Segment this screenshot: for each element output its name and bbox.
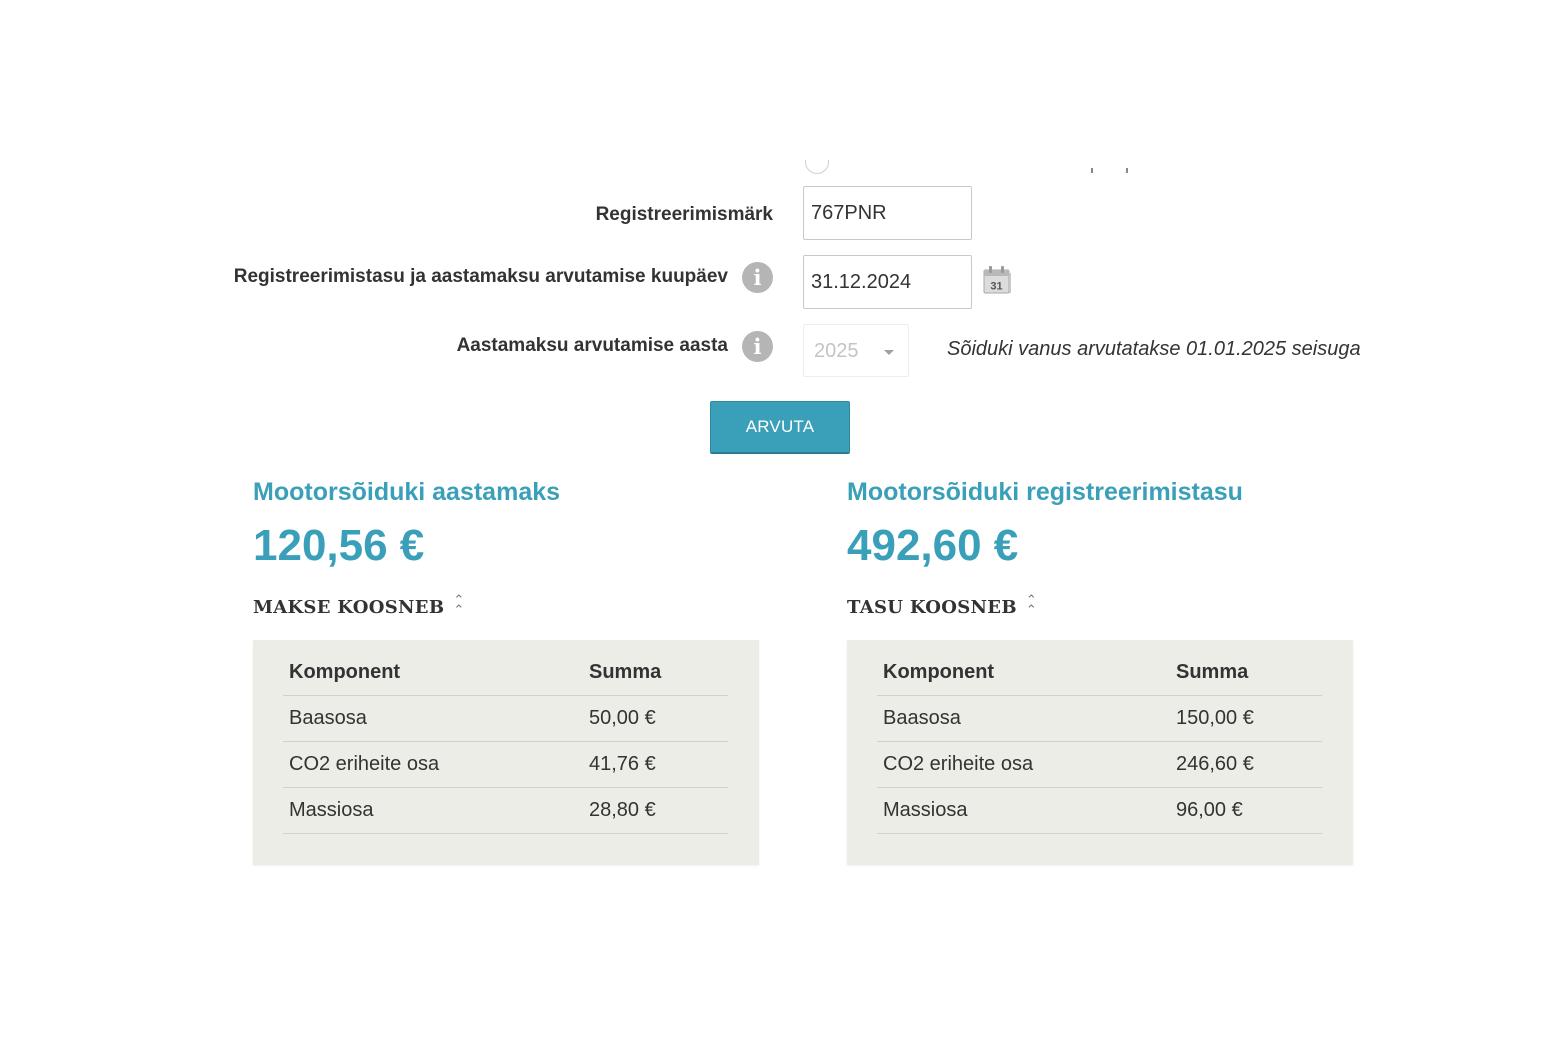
chevron-down-icon: [884, 350, 894, 355]
annual-tax-breakdown-table: Komponent Summa Baasosa 50,00 € CO2 erih…: [283, 650, 728, 834]
chevrons-up-icon: ⌃ ⌃: [1025, 591, 1037, 617]
table-header-row: Komponent Summa: [283, 650, 728, 696]
component-cell: Massiosa: [877, 787, 1170, 834]
component-cell: Baasosa: [283, 695, 583, 742]
amount-cell: 50,00 €: [583, 695, 728, 742]
column-header-component: Komponent: [877, 650, 1170, 696]
registration-fee-title: Mootorsõiduki registreerimistasu: [847, 478, 1243, 506]
calendar-icon[interactable]: 31: [982, 265, 1012, 295]
annual-tax-title: Mootorsõiduki aastamaks: [253, 478, 561, 506]
registration-fee-breakdown-panel: Komponent Summa Baasosa 150,00 € CO2 eri…: [847, 640, 1353, 865]
calculate-button[interactable]: ARVUTA: [710, 401, 850, 454]
table-row: CO2 eriheite osa 246,60 €: [877, 741, 1322, 788]
table-row: CO2 eriheite osa 41,76 €: [283, 741, 728, 788]
info-icon[interactable]: i: [742, 262, 773, 293]
calendar-day-text: 31: [990, 281, 1002, 293]
amount-cell: 41,76 €: [583, 741, 728, 788]
registration-fee-breakdown-label: TASU KOOSNEB: [847, 597, 1017, 618]
vehicle-age-note: Sõiduki vanus arvutatakse 01.01.2025 sei…: [947, 338, 1361, 360]
annual-tax-breakdown-label: MAKSE KOOSNEB: [253, 597, 445, 618]
component-cell: Baasosa: [877, 695, 1170, 742]
annual-tax-breakdown-toggle[interactable]: MAKSE KOOSNEB ⌃ ⌃: [253, 591, 465, 619]
amount-cell: 96,00 €: [1170, 787, 1322, 834]
calculation-date-input[interactable]: [803, 255, 972, 309]
tax-year-label: Aastamaksu arvutamise aasta: [456, 335, 728, 356]
table-header-row: Komponent Summa: [877, 650, 1322, 696]
amount-cell: 246,60 €: [1170, 741, 1322, 788]
table-row: Baasosa 50,00 €: [283, 695, 728, 742]
radio-button-clipped[interactable]: [805, 160, 829, 174]
amount-cell: 150,00 €: [1170, 695, 1322, 742]
component-cell: Massiosa: [283, 787, 583, 834]
registration-plate-label: Registreerimismärk: [595, 204, 773, 225]
calculation-date-label: Registreerimistasu ja aastamaksu arvutam…: [233, 266, 728, 287]
table-row: Massiosa 96,00 €: [877, 787, 1322, 834]
chevrons-up-icon: ⌃ ⌃: [453, 591, 465, 617]
clipped-text-fragment: [1126, 168, 1128, 173]
annual-tax-breakdown-panel: Komponent Summa Baasosa 50,00 € CO2 erih…: [253, 640, 759, 865]
table-row: Baasosa 150,00 €: [877, 695, 1322, 742]
tax-year-select[interactable]: 2025: [803, 324, 909, 377]
component-cell: CO2 eriheite osa: [877, 741, 1170, 788]
registration-fee-breakdown-table: Komponent Summa Baasosa 150,00 € CO2 eri…: [877, 650, 1322, 834]
tax-year-select-value: 2025: [814, 340, 859, 362]
column-header-component: Komponent: [283, 650, 583, 696]
table-row: Massiosa 28,80 €: [283, 787, 728, 834]
info-icon[interactable]: i: [742, 331, 773, 362]
registration-fee-breakdown-toggle[interactable]: TASU KOOSNEB ⌃ ⌃: [847, 591, 1037, 619]
clipped-text-fragment: [1091, 168, 1093, 173]
annual-tax-amount: 120,56 €: [253, 521, 425, 570]
registration-plate-input[interactable]: [803, 186, 972, 240]
amount-cell: 28,80 €: [583, 787, 728, 834]
component-cell: CO2 eriheite osa: [283, 741, 583, 788]
clipped-row-remnant: [803, 160, 1133, 174]
column-header-amount: Summa: [1170, 650, 1322, 696]
column-header-amount: Summa: [583, 650, 728, 696]
registration-fee-amount: 492,60 €: [847, 521, 1019, 570]
